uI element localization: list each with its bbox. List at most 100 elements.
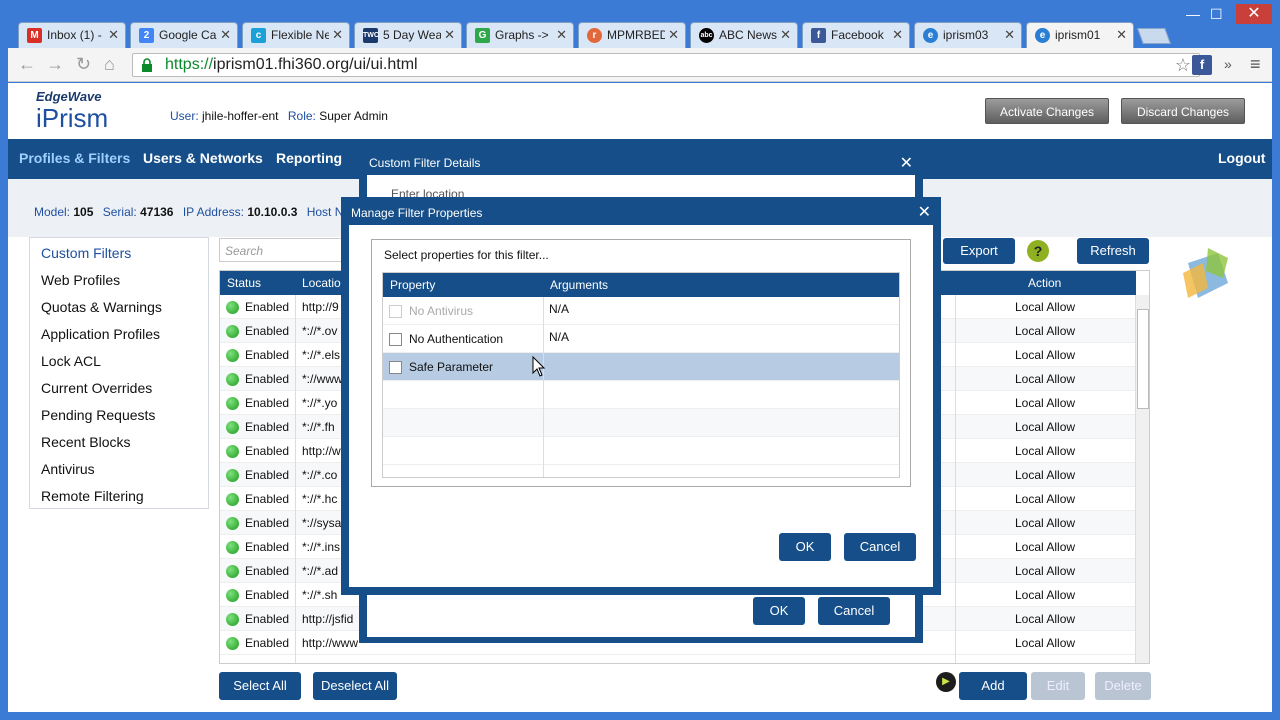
close-icon[interactable]: ✕ [1004, 27, 1015, 43]
select-all-button[interactable]: Select All [219, 672, 301, 700]
activate-changes-button[interactable]: Activate Changes [985, 98, 1109, 124]
extensions-overflow-icon[interactable]: » [1224, 56, 1232, 72]
enabled-status-icon [226, 637, 239, 650]
cancel-button[interactable]: Cancel [844, 533, 916, 561]
column-location[interactable]: Locatio [302, 276, 341, 290]
help-icon[interactable]: ? [1027, 240, 1049, 262]
back-icon[interactable]: ← [18, 54, 36, 75]
host-label: Host N [306, 205, 344, 219]
play-icon[interactable]: ▶ [936, 672, 956, 692]
tab-iprism03[interactable]: e iprism03 ✕ [914, 22, 1022, 48]
mouse-cursor-icon [532, 356, 546, 377]
tab-mpmrbed[interactable]: r MPMRBED ✕ [578, 22, 686, 48]
row-location: *://*.yo [302, 396, 338, 410]
property-row-safe-parameter[interactable]: Safe Parameter [383, 353, 899, 381]
property-row-no-authentication[interactable]: No Authentication N/A [383, 325, 899, 353]
tab-iprism01[interactable]: e iprism01 ✕ [1026, 22, 1134, 48]
home-icon[interactable]: ⌂ [104, 54, 115, 75]
bookmark-star-icon[interactable]: ☆ [1175, 55, 1191, 76]
row-status: Enabled [245, 540, 290, 554]
search-input[interactable]: Search [219, 238, 359, 262]
tab-abc-news[interactable]: abc ABC News ✕ [690, 22, 798, 48]
nav-reporting[interactable]: Reporting [276, 150, 342, 166]
column-status[interactable]: Status [227, 276, 261, 290]
row-location: http://www [302, 636, 359, 650]
add-button[interactable]: Add [959, 672, 1027, 700]
facebook-extension-icon[interactable]: f [1192, 55, 1212, 75]
discard-changes-button[interactable]: Discard Changes [1121, 98, 1245, 124]
close-icon[interactable]: ✕ [918, 202, 931, 222]
tab-strip: M Inbox (1) - ✕ 2 Google Ca ✕ c Flexible Ne ✕ … [0, 0, 1280, 48]
nav-profiles-filters[interactable]: Profiles & Filters [19, 150, 130, 166]
ok-button[interactable]: OK [779, 533, 831, 561]
device-info: Model: 105 Serial: 47136 IP Address: 10.… [34, 205, 343, 219]
forward-icon[interactable]: → [46, 54, 64, 75]
maximize-icon[interactable]: ☐ [1210, 6, 1223, 23]
tab-flexible-ne[interactable]: c Flexible Ne ✕ [242, 22, 350, 48]
browser-toolbar: ← → ↻ ⌂ https://iprism01.fhi360.org/ui/u… [8, 48, 1272, 82]
close-icon[interactable]: ✕ [332, 27, 343, 43]
property-argument: N/A [549, 330, 570, 344]
close-icon[interactable]: ✕ [108, 27, 119, 43]
sidebar-item-pending-requests[interactable]: Pending Requests [41, 407, 155, 423]
close-icon[interactable]: ✕ [780, 27, 791, 43]
table-scrollbar[interactable] [1135, 295, 1149, 663]
row-location: *://www [302, 372, 343, 386]
sidebar-item-lock-acl[interactable]: Lock ACL [41, 353, 101, 369]
row-action: Local Allow [1015, 420, 1076, 434]
sidebar-item-web-profiles[interactable]: Web Profiles [41, 272, 120, 288]
sidebar-item-recent-blocks[interactable]: Recent Blocks [41, 434, 130, 450]
model-value: 105 [73, 205, 94, 219]
close-icon[interactable]: ✕ [892, 27, 903, 43]
close-icon[interactable]: ✕ [900, 153, 913, 173]
property-name: No Authentication [409, 332, 504, 346]
browser-menu-icon[interactable]: ≡ [1250, 54, 1261, 75]
tab-label: Graphs -> [495, 28, 549, 42]
tab-weather[interactable]: TWC 5 Day Wea ✕ [354, 22, 462, 48]
reload-icon[interactable]: ↻ [76, 54, 91, 75]
row-status: Enabled [245, 636, 290, 650]
tab-google-calendar[interactable]: 2 Google Ca ✕ [130, 22, 238, 48]
tab-facebook[interactable]: f Facebook ✕ [802, 22, 910, 48]
tab-label: ABC News [719, 28, 777, 42]
close-icon[interactable]: ✕ [444, 27, 455, 43]
page-content: EdgeWave iPrism User: jhile-hoffer-ent R… [8, 83, 1272, 712]
tab-inbox[interactable]: M Inbox (1) - ✕ [18, 22, 126, 48]
minimize-icon[interactable]: — [1186, 6, 1200, 22]
close-icon[interactable]: ✕ [220, 27, 231, 43]
window-close-icon[interactable]: ✕ [1236, 4, 1272, 24]
column-action[interactable]: Action [1028, 276, 1061, 290]
deselect-all-button[interactable]: Deselect All [313, 672, 397, 700]
refresh-button[interactable]: Refresh [1077, 238, 1149, 264]
tab-label: 5 Day Wea [383, 28, 441, 42]
close-icon[interactable]: ✕ [1116, 27, 1127, 43]
property-name: No Antivirus [409, 304, 474, 318]
column-divider [955, 295, 956, 663]
sidebar-item-quotas-warnings[interactable]: Quotas & Warnings [41, 299, 162, 315]
ok-button[interactable]: OK [753, 597, 805, 625]
no-authentication-checkbox[interactable] [389, 333, 402, 346]
row-status: Enabled [245, 444, 290, 458]
nav-users-networks[interactable]: Users & Networks [143, 150, 263, 166]
new-tab-button[interactable] [1137, 28, 1171, 44]
tab-graphs[interactable]: G Graphs -> ✕ [466, 22, 574, 48]
close-icon[interactable]: ✕ [556, 27, 567, 43]
empty-row [383, 437, 899, 465]
empty-row [383, 381, 899, 409]
export-button[interactable]: Export [943, 238, 1015, 264]
row-action: Local Allow [1015, 492, 1076, 506]
sidebar-item-remote-filtering[interactable]: Remote Filtering [41, 488, 144, 504]
address-bar[interactable]: https://iprism01.fhi360.org/ui/ui.html ☆ [132, 53, 1200, 77]
sidebar-item-antivirus[interactable]: Antivirus [41, 461, 95, 477]
scrollbar-thumb[interactable] [1137, 309, 1149, 409]
sidebar-item-custom-filters[interactable]: Custom Filters [41, 245, 131, 261]
sidebar-item-current-overrides[interactable]: Current Overrides [41, 380, 152, 396]
sidebar-item-application-profiles[interactable]: Application Profiles [41, 326, 160, 342]
r-icon: r [587, 28, 602, 43]
tab-label: iprism03 [943, 28, 989, 42]
cancel-button[interactable]: Cancel [818, 597, 890, 625]
logout-link[interactable]: Logout [1218, 150, 1265, 166]
row-action: Local Allow [1015, 516, 1076, 530]
safe-parameter-checkbox[interactable] [389, 361, 402, 374]
close-icon[interactable]: ✕ [668, 27, 679, 43]
